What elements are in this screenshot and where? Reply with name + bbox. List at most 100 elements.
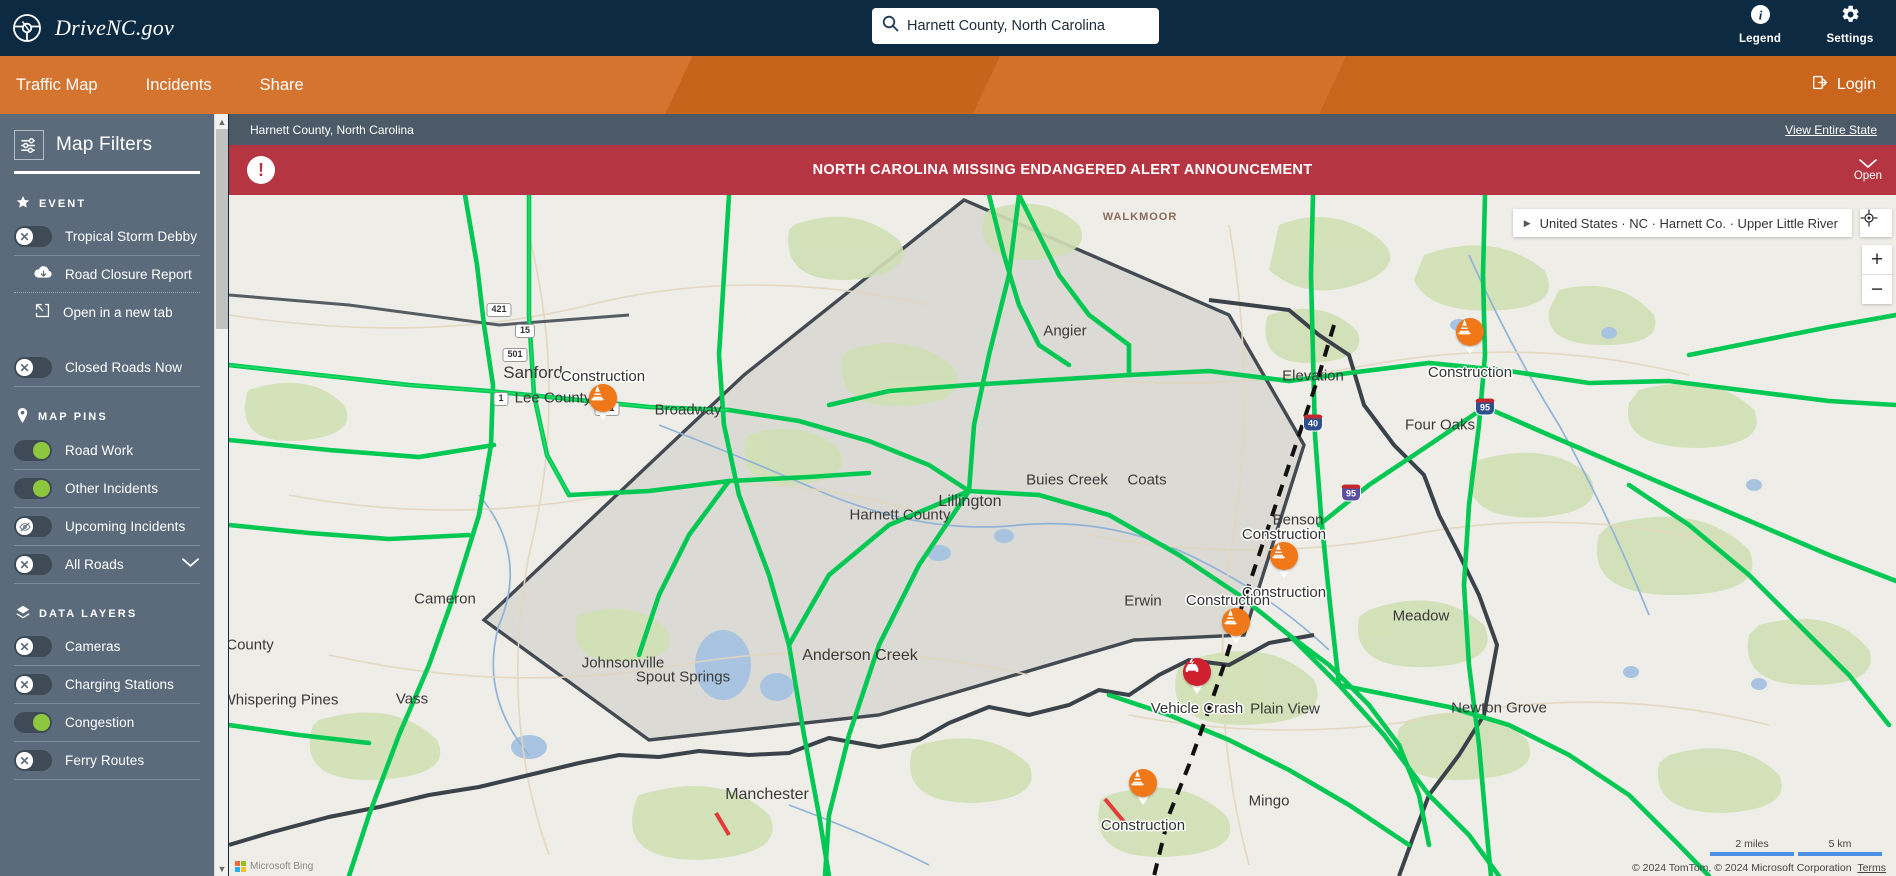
sidebar-divider	[14, 171, 200, 174]
zoom-controls[interactable]: + −	[1862, 245, 1892, 304]
map-location-path: United States · NC · Harnett Co. · Upper…	[1539, 215, 1838, 231]
view-entire-state-link[interactable]: View Entire State	[1785, 123, 1884, 137]
sidebar-item-label: Cameras	[65, 639, 121, 654]
sidebar-item-label: All Roads	[65, 557, 124, 572]
sidebar-item-road-work[interactable]: Road Work	[14, 432, 200, 470]
legend-label: Legend	[1738, 33, 1782, 45]
scroll-up-arrow[interactable]: ▲	[215, 114, 229, 129]
nav-link-share[interactable]: Share	[236, 76, 328, 95]
sidebar-item-label: Charging Stations	[65, 677, 175, 692]
pin-label: Construction	[1100, 817, 1186, 834]
x-circle-icon: ✕	[16, 556, 33, 573]
sidebar-item-congestion[interactable]: Congestion	[14, 704, 200, 742]
sidebar-item-open-in-new-tab[interactable]: Open in a new tab	[14, 292, 200, 331]
nav-link-traffic-map[interactable]: Traffic Map	[0, 76, 122, 95]
steering-wheel-icon	[12, 13, 42, 43]
x-circle-icon: ✕	[16, 752, 33, 769]
sidebar-item-charging-stations[interactable]: ✕ Charging Stations	[14, 666, 200, 704]
pin-label: Construction	[1241, 526, 1327, 543]
x-circle-icon: ✕	[16, 676, 33, 693]
cloud-download-icon	[34, 265, 53, 283]
eye-slash-icon	[16, 518, 33, 535]
route-shield-interstate: 95	[1340, 484, 1362, 502]
map-area: Harnett County, North Carolina View Enti…	[229, 114, 1896, 876]
zoom-out-button[interactable]: −	[1862, 275, 1892, 304]
toggle-tropical-storm-debby[interactable]: ✕	[14, 226, 52, 247]
svg-text:i: i	[1758, 7, 1762, 22]
login-button[interactable]: Login	[1812, 74, 1876, 96]
sidebar-item-road-closure-report[interactable]: Road Closure Report	[14, 256, 200, 292]
search-input[interactable]	[907, 18, 1149, 34]
route-shield-interstate: 95	[1474, 398, 1496, 416]
terms-link[interactable]: Terms	[1857, 862, 1886, 874]
construction-cone-icon	[1129, 769, 1157, 797]
sidebar-item-cameras[interactable]: ✕ Cameras	[14, 628, 200, 666]
search-icon	[882, 15, 899, 37]
scroll-down-arrow[interactable]: ▼	[215, 861, 229, 876]
triangle-right-icon[interactable]: ▶	[1513, 218, 1540, 229]
sidebar-item-ferry-routes[interactable]: ✕ Ferry Routes	[14, 742, 200, 780]
sidebar-title: Map Filters	[56, 134, 153, 155]
scale-miles-label: 2 miles	[1735, 838, 1769, 850]
scale-miles: 2 miles	[1710, 838, 1794, 856]
toggle-charging-stations[interactable]: ✕	[14, 674, 52, 695]
login-arrow-icon	[1812, 74, 1829, 96]
star-icon	[16, 195, 30, 212]
sidebar-item-label: Ferry Routes	[65, 753, 145, 768]
sidebar-section-event-label: EVENT	[39, 197, 87, 210]
toggle-cameras[interactable]: ✕	[14, 636, 52, 657]
sidebar-item-closed-roads-now[interactable]: ✕ Closed Roads Now	[14, 349, 200, 387]
pin-label: Construction	[1185, 592, 1271, 609]
brand-name: DriveNC.gov	[55, 15, 174, 40]
alert-banner[interactable]: ! NORTH CAROLINA MISSING ENDANGERED ALER…	[229, 145, 1896, 195]
route-shield: 501	[502, 348, 528, 362]
sidebar-section-map-pins: MAP PINS	[16, 408, 200, 426]
sidebar-header: Map Filters	[14, 114, 200, 160]
locate-me-button[interactable]	[1860, 209, 1892, 237]
sidebar-item-other-incidents[interactable]: Other Incidents	[14, 470, 200, 508]
sidebar-item-tropical-storm-debby[interactable]: ✕ Tropical Storm Debby	[14, 218, 200, 256]
construction-cone-icon	[589, 384, 617, 412]
scale-km: 5 km	[1798, 838, 1882, 856]
toggle-closed-roads-now[interactable]: ✕	[14, 357, 52, 378]
zoom-in-button[interactable]: +	[1862, 245, 1892, 274]
settings-label: Settings	[1826, 33, 1874, 45]
construction-cone-icon	[1222, 608, 1250, 636]
scrollbar-thumb[interactable]	[216, 129, 228, 329]
sidebar-item-label: Congestion	[65, 715, 135, 730]
bing-logo: Microsoft Bing	[235, 861, 313, 872]
map-canvas[interactable]: WALKMOOR Angier Elevation Four Oaks Sanf…	[229, 195, 1896, 876]
toggle-upcoming-incidents[interactable]	[14, 516, 52, 537]
brand[interactable]: DriveNC.gov	[0, 13, 174, 43]
sidebar-scrollbar[interactable]: ▲ ▼	[214, 114, 228, 876]
search-box[interactable]	[872, 8, 1159, 44]
sidebar-item-label: Closed Roads Now	[65, 360, 183, 375]
top-actions: i Legend Settings	[1732, 4, 1878, 45]
sidebar-item-all-roads[interactable]: ✕ All Roads	[14, 546, 200, 584]
scale-km-label: 5 km	[1828, 838, 1852, 850]
toggle-congestion[interactable]	[14, 712, 52, 733]
sidebar-section-data-layers-label: DATA LAYERS	[39, 607, 138, 620]
toggle-other-incidents[interactable]	[14, 478, 52, 499]
sidebar-item-upcoming-incidents[interactable]: Upcoming Incidents	[14, 508, 200, 546]
map-base-graphics	[229, 195, 1896, 876]
toggle-road-work[interactable]	[14, 440, 52, 461]
sidebar-sub-label: Open in a new tab	[63, 304, 173, 320]
settings-button[interactable]: Settings	[1822, 4, 1878, 45]
alert-message: NORTH CAROLINA MISSING ENDANGERED ALERT …	[812, 162, 1313, 178]
legend-button[interactable]: i Legend	[1732, 4, 1788, 45]
map-location-breadcrumb[interactable]: ▶ United States · NC · Harnett Co. · Upp…	[1512, 209, 1852, 237]
nav-link-incidents[interactable]: Incidents	[122, 76, 236, 95]
toggle-all-roads[interactable]: ✕	[14, 554, 52, 575]
x-circle-icon: ✕	[16, 359, 33, 376]
toggle-ferry-routes[interactable]: ✕	[14, 750, 52, 771]
sidebar-sub-label: Road Closure Report	[65, 266, 192, 282]
construction-cone-icon	[1270, 542, 1298, 570]
pin-label: Vehicle Crash	[1150, 700, 1244, 717]
sidebar-item-label: Upcoming Incidents	[65, 519, 186, 534]
map-scale-bar: 2 miles 5 km	[1710, 838, 1882, 856]
login-label: Login	[1836, 76, 1876, 93]
route-shield: 15	[514, 324, 536, 338]
map-attribution: © 2024 TomTom, © 2024 Microsoft Corporat…	[1632, 862, 1886, 874]
chevron-down-icon[interactable]	[181, 556, 200, 574]
